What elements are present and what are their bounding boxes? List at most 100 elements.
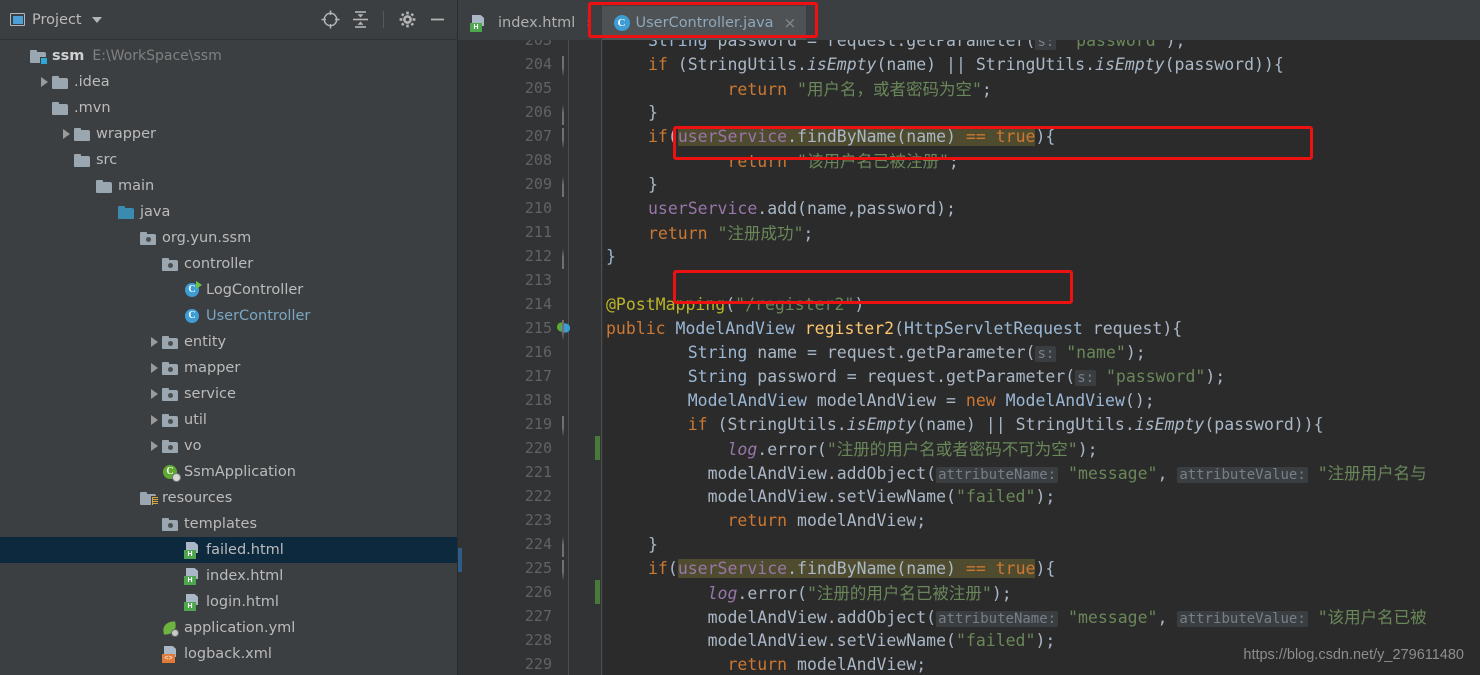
tree-item-util[interactable]: util: [0, 407, 457, 433]
tree-item-service[interactable]: service: [0, 381, 457, 407]
code-line[interactable]: 219 if (StringUtils.isEmpty(name) || Str…: [458, 412, 1480, 437]
code-line[interactable]: 210 userService.add(name,password);: [458, 196, 1480, 220]
tree-item-main[interactable]: main: [0, 173, 457, 199]
tree-item-ssmapplication[interactable]: C SsmApplication: [0, 459, 457, 485]
tree-item-label: login.html: [206, 594, 279, 610]
code-line[interactable]: 218 ModelAndView modelAndView = new Mode…: [458, 388, 1480, 412]
code-line[interactable]: 215 public ModelAndView register2(HttpSer…: [458, 316, 1480, 341]
tree-item-logcontroller[interactable]: C LogController: [0, 277, 457, 303]
chevron-down-icon[interactable]: [91, 16, 102, 23]
code-line[interactable]: 209}: [458, 172, 1480, 197]
code-fold-handle[interactable]: [562, 416, 576, 437]
tree-item-templates[interactable]: templates: [0, 511, 457, 537]
tree-item-resources[interactable]: resources: [0, 485, 457, 511]
code-text: if(userService.findByName(name) == true)…: [648, 126, 1056, 146]
tree-item-mapper[interactable]: mapper: [0, 355, 457, 381]
code-line[interactable]: 225 if(userService.findByName(name) == tr…: [458, 556, 1480, 581]
code-line[interactable]: 223 return modelAndView;: [458, 508, 1480, 532]
expand-arrow-icon[interactable]: [146, 334, 162, 350]
code-editor[interactable]: 203 String password = request.getParamete…: [458, 40, 1480, 675]
code-line[interactable]: 217 String password = request.getParamet…: [458, 364, 1480, 388]
line-number: 203: [524, 40, 552, 49]
chevron-right-icon: ›: [586, 15, 592, 31]
tree-arrow-placeholder: [58, 152, 74, 168]
tree-item-usercontroller[interactable]: C UserController: [0, 303, 457, 329]
code-text: modelAndView.setViewName("failed");: [648, 486, 1056, 506]
tree-item--idea[interactable]: .idea: [0, 69, 457, 95]
code-fold-handle[interactable]: [562, 104, 576, 125]
code-line[interactable]: 206}: [458, 100, 1480, 125]
code-fold-handle[interactable]: [562, 176, 576, 197]
code-line[interactable]: 214 @PostMapping("/register2"): [458, 292, 1480, 316]
expand-arrow-icon[interactable]: [146, 412, 162, 428]
expand-arrow-icon[interactable]: [146, 360, 162, 376]
collapse-all-icon[interactable]: [348, 8, 372, 32]
xml-file-icon: <>: [162, 646, 179, 663]
tree-item-label: org.yun.ssm: [162, 230, 252, 246]
code-line[interactable]: 216 String name = request.getParameter(s…: [458, 340, 1480, 364]
tree-item-login-html[interactable]: Hlogin.html: [0, 589, 457, 615]
code-line[interactable]: 213: [458, 268, 1480, 292]
code-line[interactable]: 226 log.error("注册的用户名已被注册");: [458, 580, 1480, 604]
code-fold-handle[interactable]: [562, 128, 576, 149]
line-number: 222: [524, 487, 552, 505]
project-title-button[interactable]: Project: [10, 12, 102, 28]
code-line[interactable]: 203 String password = request.getParamete…: [458, 40, 1480, 52]
tab-index-html[interactable]: H index.html ›: [458, 6, 602, 40]
tree-item-index-html[interactable]: Hindex.html: [0, 563, 457, 589]
code-line[interactable]: 207 if(userService.findByName(name) == tr…: [458, 124, 1480, 149]
tree-arrow-placeholder: [124, 230, 140, 246]
code-fold-handle[interactable]: [562, 536, 576, 557]
tree-item--mvn[interactable]: .mvn: [0, 95, 457, 121]
code-text: if(userService.findByName(name) == true)…: [648, 558, 1056, 578]
tree-item-controller[interactable]: controller: [0, 251, 457, 277]
tree-item-entity[interactable]: entity: [0, 329, 457, 355]
code-line[interactable]: 212}: [458, 244, 1480, 269]
code-line[interactable]: 208 return "该用户名已被注册";: [458, 148, 1480, 172]
code-text: public ModelAndView register2(HttpServle…: [606, 318, 1183, 338]
tree-item-wrapper[interactable]: wrapper: [0, 121, 457, 147]
code-fold-handle[interactable]: [562, 248, 576, 269]
code-line[interactable]: 222 modelAndView.setViewName("failed");: [458, 484, 1480, 508]
line-number: 221: [524, 463, 552, 481]
tree-item-org-yun-ssm[interactable]: org.yun.ssm: [0, 225, 457, 251]
select-opened-file-icon[interactable]: [318, 8, 342, 32]
code-line[interactable]: 224}: [458, 532, 1480, 557]
code-line[interactable]: 211 return "注册成功";: [458, 220, 1480, 244]
code-line[interactable]: 227 modelAndView.addObject(attributeName…: [458, 604, 1480, 628]
code-fold-handle[interactable]: [562, 56, 576, 77]
code-line[interactable]: 205 return "用户名，或者密码为空";: [458, 76, 1480, 100]
tree-item-logback-xml[interactable]: <> logback.xml: [0, 641, 457, 667]
code-fold-handle[interactable]: [562, 320, 576, 341]
project-file-tree[interactable]: ssm E:\WorkSpace\ssm .idea .mvn wrapper src ma…: [0, 40, 457, 675]
code-line[interactable]: 221 modelAndView.addObject(attributeName…: [458, 460, 1480, 484]
expand-arrow-icon[interactable]: [36, 74, 52, 90]
line-number: 223: [524, 511, 552, 529]
code-line[interactable]: 204 if (StringUtils.isEmpty(name) || Stri…: [458, 52, 1480, 77]
tree-item-vo[interactable]: vo: [0, 433, 457, 459]
resources-folder-icon: [140, 490, 159, 506]
code-fold-handle[interactable]: [562, 560, 576, 581]
vcs-change-marker[interactable]: [595, 436, 600, 460]
hide-panel-icon[interactable]: [425, 8, 449, 32]
tree-item-label: src: [96, 152, 118, 168]
code-text: log.error("注册的用户名已被注册");: [707, 584, 1012, 603]
tree-arrow-placeholder: [146, 516, 162, 532]
code-line[interactable]: 220 log.error("注册的用户名或者密码不可为空");: [458, 436, 1480, 460]
chevron-right-icon: [150, 337, 158, 347]
vcs-change-marker[interactable]: [595, 580, 600, 604]
tree-item-failed-html[interactable]: Hfailed.html: [0, 537, 457, 563]
close-icon[interactable]: ×: [784, 14, 797, 32]
tree-item-java[interactable]: java: [0, 199, 457, 225]
tree-item-ssm[interactable]: ssm E:\WorkSpace\ssm: [0, 43, 457, 69]
tree-item-src[interactable]: src: [0, 147, 457, 173]
line-number: 227: [524, 607, 552, 625]
tab-usercontroller-java[interactable]: C UserController.java ×: [601, 6, 807, 40]
tree-item-application-yml[interactable]: application.yml: [0, 615, 457, 641]
expand-arrow-icon[interactable]: [58, 126, 74, 142]
code-text: return "用户名，或者密码为空";: [727, 80, 992, 99]
expand-arrow-icon[interactable]: [146, 386, 162, 402]
expand-arrow-icon[interactable]: [146, 438, 162, 454]
code-text: userService.add(name,password);: [648, 198, 956, 218]
gear-icon[interactable]: [395, 8, 419, 32]
